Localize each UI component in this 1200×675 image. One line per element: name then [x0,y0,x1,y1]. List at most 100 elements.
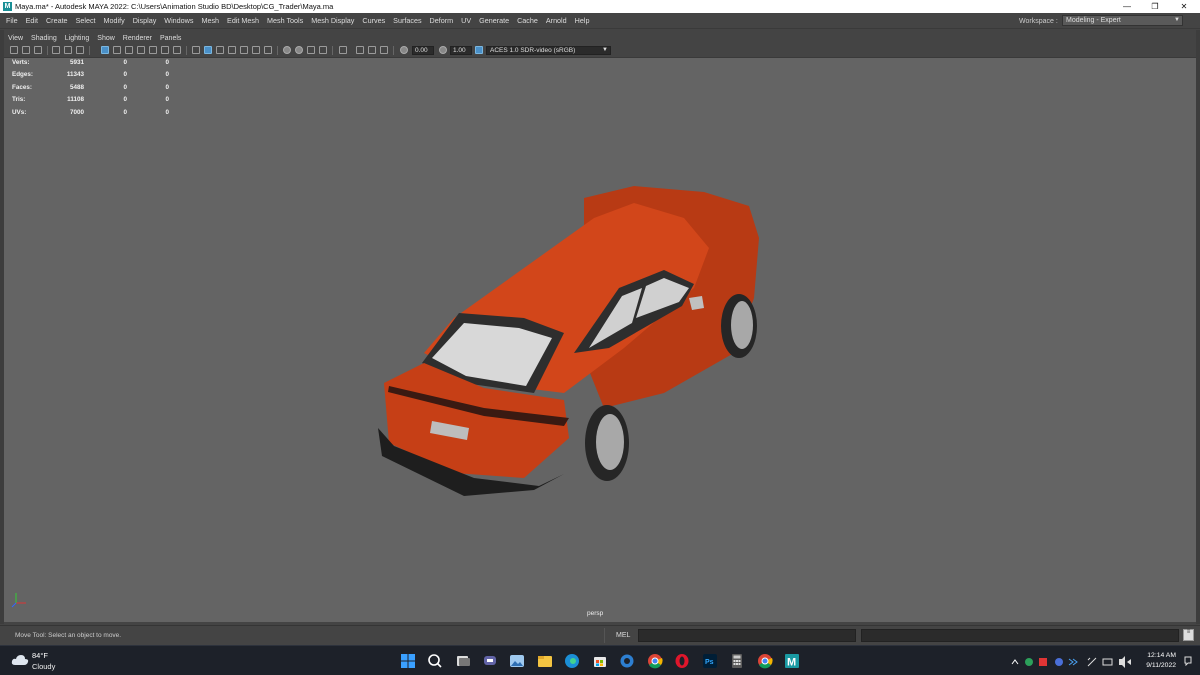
menu-mesh[interactable]: Mesh [201,16,219,25]
script-editor-icon[interactable]: ≡ [1183,629,1194,641]
menu-windows[interactable]: Windows [164,16,193,25]
wireframe-icon[interactable] [192,46,200,54]
grid-icon[interactable] [101,46,109,54]
menu-uv[interactable]: UV [461,16,471,25]
settings-icon[interactable] [619,653,635,669]
hud-value: 11343 [66,71,84,79]
menu-edit[interactable]: Edit [26,16,38,25]
weather-condition[interactable]: Cloudy [32,662,55,671]
panel-menu-lighting[interactable]: Lighting [65,35,90,42]
lock-camera-icon[interactable] [22,46,30,54]
maximize-button[interactable]: ❐ [1141,0,1169,13]
textured-icon[interactable] [228,46,236,54]
menu-surfaces[interactable]: Surfaces [393,16,421,25]
menu-help[interactable]: Help [575,16,590,25]
menu-display[interactable]: Display [133,16,157,25]
minimize-button[interactable]: — [1113,0,1141,13]
menu-mesh-tools[interactable]: Mesh Tools [267,16,303,25]
system-tray[interactable] [1010,656,1135,668]
menu-curves[interactable]: Curves [362,16,385,25]
two-d-pan-icon[interactable] [64,46,72,54]
xray-active-icon[interactable] [368,46,376,54]
system-clock[interactable]: 12:14 AM 9/11/2022 [1138,651,1176,671]
menu-deform[interactable]: Deform [430,16,454,25]
isolate-select-icon[interactable] [339,46,347,54]
panel-menu-renderer[interactable]: Renderer [123,35,152,42]
xray-joints-icon[interactable] [356,46,364,54]
teams-chat-icon[interactable] [482,653,498,669]
select-camera-icon[interactable] [10,46,18,54]
windows-start-icon[interactable] [400,653,416,669]
safe-title-icon[interactable] [173,46,181,54]
xray-icon[interactable] [264,46,272,54]
safe-action-icon[interactable] [161,46,169,54]
camera-name-label: persp [587,610,604,617]
menu-create[interactable]: Create [46,16,68,25]
workspace-dropdown[interactable]: Modeling - Expert ▼ [1062,15,1183,26]
image-plane-icon[interactable] [52,46,60,54]
color-management-icon[interactable] [475,46,483,54]
use-all-lights-icon[interactable] [240,46,248,54]
shadows-icon[interactable] [252,46,260,54]
cloud-icon[interactable] [11,654,29,666]
hud-value: 0 [165,83,169,91]
chrome-icon[interactable] [647,653,663,669]
notification-icon[interactable] [1183,656,1193,666]
bookmarks-icon[interactable] [34,46,42,54]
view-transform-dropdown[interactable]: ACES 1.0 SDR-video (sRGB) ▼ [486,46,611,55]
microsoft-store-icon[interactable] [592,653,608,669]
calculator-icon[interactable] [729,653,745,669]
file-explorer-icon[interactable] [537,653,553,669]
smooth-shade-icon[interactable] [204,46,212,54]
edge-icon[interactable] [564,653,580,669]
gamma-icon[interactable] [439,46,447,54]
resolution-gate-icon[interactable] [125,46,133,54]
chevron-down-icon: ▼ [1174,17,1180,23]
exposure-field[interactable]: 0.00 [412,46,434,55]
panel-menu-shading[interactable]: Shading [31,35,57,42]
menu-edit-mesh[interactable]: Edit Mesh [227,16,259,25]
maya-taskbar-icon[interactable]: M [784,653,800,669]
panel-menu-view[interactable]: View [8,35,23,42]
panel-menu-panels[interactable]: Panels [160,35,181,42]
gate-mask-icon[interactable] [137,46,145,54]
menu-arnold[interactable]: Arnold [546,16,567,25]
search-icon[interactable] [427,653,443,669]
weather-temperature[interactable]: 84°F [32,651,48,660]
photoshop-icon[interactable]: Ps [702,653,718,669]
workspace-value: Modeling - Expert [1066,17,1121,24]
menu-file[interactable]: File [6,16,18,25]
field-chart-icon[interactable] [149,46,157,54]
panel-menu-show[interactable]: Show [97,35,115,42]
motion-blur-icon[interactable] [295,46,303,54]
photos-icon[interactable] [509,653,525,669]
command-language-toggle[interactable]: MEL [616,632,630,639]
depth-of-field-icon[interactable] [319,46,327,54]
anti-aliasing-icon[interactable] [307,46,315,54]
maya-app-icon: M [3,2,12,11]
hud-value: 0 [123,96,127,104]
car-model[interactable] [364,178,784,508]
task-view-icon[interactable] [455,653,471,669]
toolbar-divider [393,46,394,55]
opera-icon[interactable] [674,653,690,669]
menu-generate[interactable]: Generate [479,16,509,25]
command-input[interactable] [638,629,856,642]
toolbar-divider [47,46,48,55]
gamma-field[interactable]: 1.00 [450,46,472,55]
view-transform-value: ACES 1.0 SDR-video (sRGB) [490,47,576,54]
menu-modify[interactable]: Modify [104,16,125,25]
ambient-occlusion-icon[interactable] [283,46,291,54]
chrome-icon[interactable] [757,653,773,669]
grease-pencil-icon[interactable] [76,46,84,54]
exposure-icon[interactable] [400,46,408,54]
hud-value: 0 [165,96,169,104]
menu-cache[interactable]: Cache [517,16,538,25]
perspective-viewport[interactable]: Verts: 5931 0 0 Edges: 11343 0 0 Faces: … [4,58,1196,622]
film-gate-icon[interactable] [113,46,121,54]
close-button[interactable]: ✕ [1170,0,1198,13]
menu-select[interactable]: Select [76,16,96,25]
wireframe-on-shaded-icon[interactable] [216,46,224,54]
backface-icon[interactable] [380,46,388,54]
menu-mesh-display[interactable]: Mesh Display [311,16,354,25]
